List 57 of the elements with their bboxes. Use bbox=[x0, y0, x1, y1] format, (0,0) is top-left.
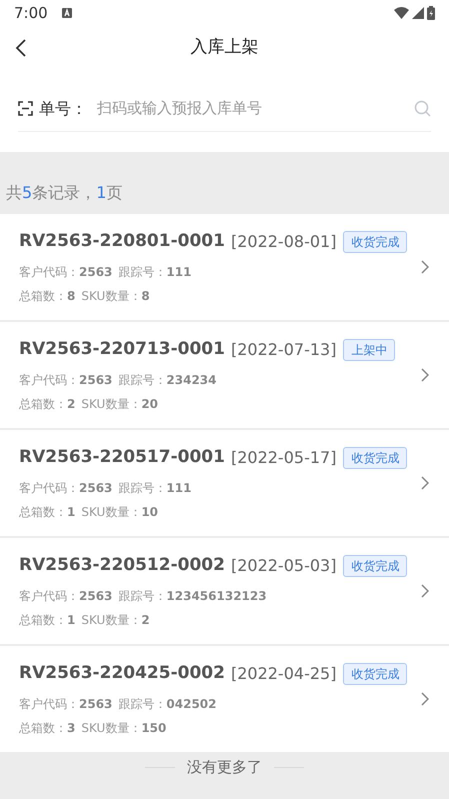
record-card[interactable]: RV2563-220517-0001 [2022-05-17] 收货完成 客户代码：2563 跟踪号：111 总箱数：1 SKU数量：10 bbox=[0, 430, 449, 536]
detail-text: 跟踪号：111 bbox=[118, 264, 192, 282]
status-tag: 上架中 bbox=[343, 338, 396, 360]
wifi-icon bbox=[394, 7, 409, 19]
chevron-right-icon bbox=[421, 476, 429, 490]
signal-icon bbox=[412, 7, 424, 19]
detail-text: 客户代码：2563 bbox=[19, 588, 112, 606]
detail-text: 客户代码：2563 bbox=[19, 480, 112, 498]
order-date: [2022-08-01] bbox=[230, 230, 336, 252]
detail-text: 跟踪号：111 bbox=[118, 480, 192, 498]
status-tag: 收货完成 bbox=[343, 662, 408, 684]
detail-text: SKU数量：8 bbox=[81, 288, 150, 306]
end-of-list-text: 没有更多了 bbox=[187, 756, 262, 778]
detail-text: 总箱数：2 bbox=[19, 396, 76, 414]
order-number: RV2563-220517-0001 bbox=[19, 446, 225, 469]
detail-text: 总箱数：1 bbox=[19, 504, 76, 522]
order-number: RV2563-220425-0002 bbox=[19, 662, 225, 685]
detail-text: SKU数量：10 bbox=[81, 504, 158, 522]
detail-text: 跟踪号：123456132123 bbox=[118, 588, 267, 606]
page-title: 入库上架 bbox=[190, 36, 258, 60]
chevron-right-icon bbox=[421, 692, 429, 706]
order-number: RV2563-220713-0001 bbox=[19, 338, 225, 361]
detail-text: 总箱数：1 bbox=[19, 612, 76, 630]
detail-text: SKU数量：2 bbox=[81, 612, 150, 630]
notification-icon bbox=[62, 8, 72, 18]
status-tag: 收货完成 bbox=[343, 446, 408, 468]
order-date: [2022-04-25] bbox=[230, 662, 336, 684]
record-card[interactable]: RV2563-220713-0001 [2022-07-13] 上架中 客户代码：2563 跟踪号：234234 总箱数：2 SKU数量：20 bbox=[0, 322, 449, 428]
detail-text: 跟踪号：234234 bbox=[118, 372, 217, 390]
order-number-label: 单号： bbox=[39, 98, 87, 120]
detail-text: 客户代码：2563 bbox=[19, 696, 112, 714]
scan-icon[interactable] bbox=[18, 101, 33, 116]
order-number: RV2563-220512-0002 bbox=[19, 554, 225, 577]
battery-icon bbox=[427, 6, 435, 20]
detail-text: 客户代码：2563 bbox=[19, 372, 112, 390]
detail-text: SKU数量：150 bbox=[81, 720, 166, 738]
detail-text: 总箱数：3 bbox=[19, 720, 76, 738]
record-card[interactable]: RV2563-220512-0002 [2022-05-03] 收货完成 客户代码：2563 跟踪号：123456132123 总箱数：1 SKU数量：2 bbox=[0, 538, 449, 644]
chevron-right-icon bbox=[421, 260, 429, 274]
detail-text: SKU数量：20 bbox=[81, 396, 158, 414]
record-summary: 共5条记录，1页 bbox=[6, 182, 122, 204]
back-icon[interactable] bbox=[15, 39, 27, 57]
chevron-right-icon bbox=[421, 368, 429, 382]
order-date: [2022-05-03] bbox=[230, 554, 336, 576]
detail-text: 跟踪号：042502 bbox=[118, 696, 217, 714]
order-date: [2022-07-13] bbox=[230, 338, 336, 360]
detail-text: 总箱数：8 bbox=[19, 288, 76, 306]
record-card[interactable]: RV2563-220801-0001 [2022-08-01] 收货完成 客户代码：2563 跟踪号：111 总箱数：8 SKU数量：8 bbox=[0, 214, 449, 320]
order-number: RV2563-220801-0001 bbox=[19, 230, 225, 253]
order-date: [2022-05-17] bbox=[230, 446, 336, 468]
chevron-right-icon bbox=[421, 584, 429, 598]
status-time: 7:00 bbox=[14, 2, 48, 24]
record-card[interactable]: RV2563-220425-0002 [2022-04-25] 收货完成 客户代码：2563 跟踪号：042502 总箱数：3 SKU数量：150 bbox=[0, 646, 449, 752]
status-tag: 收货完成 bbox=[343, 230, 408, 252]
order-number-field[interactable]: 扫码或输入预报入库单号 bbox=[97, 97, 414, 120]
detail-text: 客户代码：2563 bbox=[19, 264, 112, 282]
status-tag: 收货完成 bbox=[343, 554, 408, 576]
